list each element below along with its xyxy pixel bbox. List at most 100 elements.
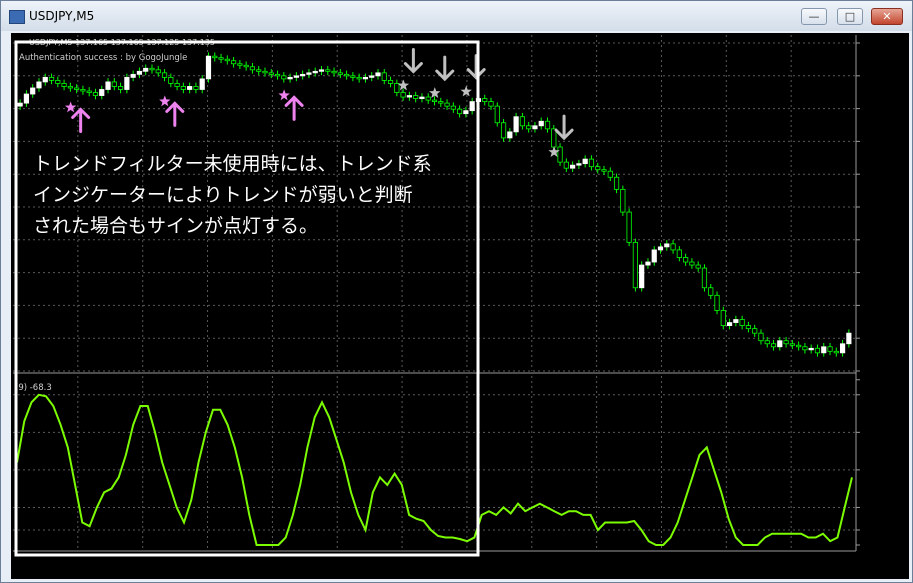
- candle-body: [601, 169, 607, 172]
- candle-body: [199, 78, 205, 90]
- candle-body: [161, 72, 168, 78]
- chart-window-icon: [9, 10, 25, 24]
- title-bar[interactable]: USDJPY,M5 — □ ✕: [1, 1, 912, 31]
- candle-body: [676, 249, 682, 258]
- candle-body: [582, 158, 588, 165]
- candle-body: [400, 92, 406, 98]
- price-tick-label: 140.165: [862, 269, 897, 279]
- candle-body: [839, 343, 846, 354]
- candle-body: [375, 72, 381, 77]
- candle-body: [833, 350, 839, 354]
- candle-body: [789, 343, 795, 346]
- candle-body: [136, 70, 143, 75]
- candle-body: [450, 105, 456, 110]
- candle-body: [513, 116, 519, 133]
- candle-body: [300, 73, 306, 77]
- chart-svg[interactable]: 23 Nov 2022 23 Nov 10:45 23 Nov 11:25 23 No…: [11, 33, 909, 579]
- candle-body: [99, 89, 105, 96]
- candle-body: [325, 69, 331, 72]
- minimize-button[interactable]: —: [801, 8, 827, 25]
- candle-body: [74, 87, 80, 90]
- candle-body: [494, 105, 500, 124]
- buy-arrow: [165, 101, 185, 127]
- candle-body: [695, 264, 701, 269]
- candle-body: [350, 75, 356, 78]
- time-tick-label: 23 Nov 12:05: [208, 560, 269, 570]
- candle-body: [764, 340, 770, 345]
- osc-tick-label: -80: [862, 526, 876, 536]
- candle-body: [362, 76, 369, 80]
- candle-body: [312, 70, 318, 74]
- time-tick-label: 23 Nov 12:45: [272, 560, 333, 570]
- candle-body: [256, 69, 262, 72]
- candle-body: [570, 164, 576, 169]
- candle-body: [626, 211, 632, 243]
- candle-body: [639, 264, 645, 289]
- candle-body: [86, 90, 92, 93]
- candle-body: [827, 346, 833, 352]
- candle-body: [544, 120, 551, 130]
- osc-tick-label: 50: [862, 428, 873, 438]
- time-tick-label: 23 Nov 2022: [13, 560, 71, 570]
- candle-body: [124, 76, 130, 90]
- candle-body: [438, 101, 444, 104]
- candle-body: [821, 346, 827, 354]
- annotation-line-3: された場合もサインが点灯する。: [33, 215, 318, 237]
- osc-tick-label: -100: [862, 541, 881, 551]
- candle-body: [381, 72, 387, 81]
- candle-body: [413, 95, 419, 99]
- candle-body: [708, 287, 714, 296]
- candle-body: [632, 241, 638, 289]
- candle-body: [356, 76, 362, 80]
- candle-body: [187, 86, 193, 90]
- candle-body: [117, 86, 124, 90]
- candle-body: [243, 64, 249, 68]
- candle-body: [17, 102, 23, 107]
- time-tick-label: 23 Nov 13:25: [337, 560, 398, 570]
- candle-body: [180, 86, 186, 90]
- candle-body: [808, 347, 814, 351]
- chart-area[interactable]: 23 Nov 2022 23 Nov 10:45 23 Nov 11:25 23 No…: [11, 33, 909, 579]
- candle-body: [67, 86, 73, 89]
- grid: [13, 35, 857, 552]
- candle-body: [595, 166, 601, 171]
- candle-body: [337, 72, 343, 75]
- candle-body: [55, 80, 61, 84]
- maximize-button[interactable]: □: [837, 8, 863, 25]
- buy-star: [159, 95, 171, 107]
- candle-body: [576, 163, 582, 166]
- candle-body: [224, 58, 230, 62]
- candle-body: [758, 332, 764, 342]
- candle-body: [23, 93, 30, 104]
- price-tick-label: 141.465: [862, 72, 897, 82]
- auth-status-text: Authentication success : by GogoJungle: [19, 53, 187, 63]
- candle-body: [394, 83, 400, 93]
- candle-body: [814, 347, 821, 354]
- time-tick-label: 23 Nov 16:45: [661, 560, 722, 570]
- buy-star: [64, 101, 77, 113]
- candle-body: [683, 257, 689, 263]
- candle-body: [92, 92, 99, 96]
- candle-body: [444, 102, 450, 107]
- candle-body: [664, 243, 670, 248]
- candle-body: [802, 346, 808, 351]
- candle-body: [500, 122, 507, 139]
- annotation-line-1: トレンドフィルター未使用時には、トレンド系: [33, 153, 432, 175]
- osc-tick-label: 0.00: [862, 466, 881, 476]
- candle-body: [720, 310, 726, 326]
- candle-body: [193, 86, 199, 90]
- candle-body: [168, 76, 174, 84]
- candle-body: [105, 81, 111, 90]
- terminal-window: USDJPY,M5 — □ ✕ 23 Nov 2022 23 Nov 10:45 2…: [0, 0, 913, 583]
- candle-body: [532, 125, 538, 130]
- candle-body: [306, 72, 312, 75]
- candle-body: [607, 170, 613, 178]
- candle-body: [42, 76, 48, 83]
- candle-body: [733, 319, 739, 323]
- candle-body: [507, 131, 513, 139]
- time-tick-label: 23 Nov 14:05: [402, 560, 463, 570]
- close-button[interactable]: ✕: [871, 8, 903, 25]
- price-tick-label: 139.730: [862, 334, 897, 344]
- candle-body: [714, 294, 720, 311]
- candle-body: [406, 95, 412, 98]
